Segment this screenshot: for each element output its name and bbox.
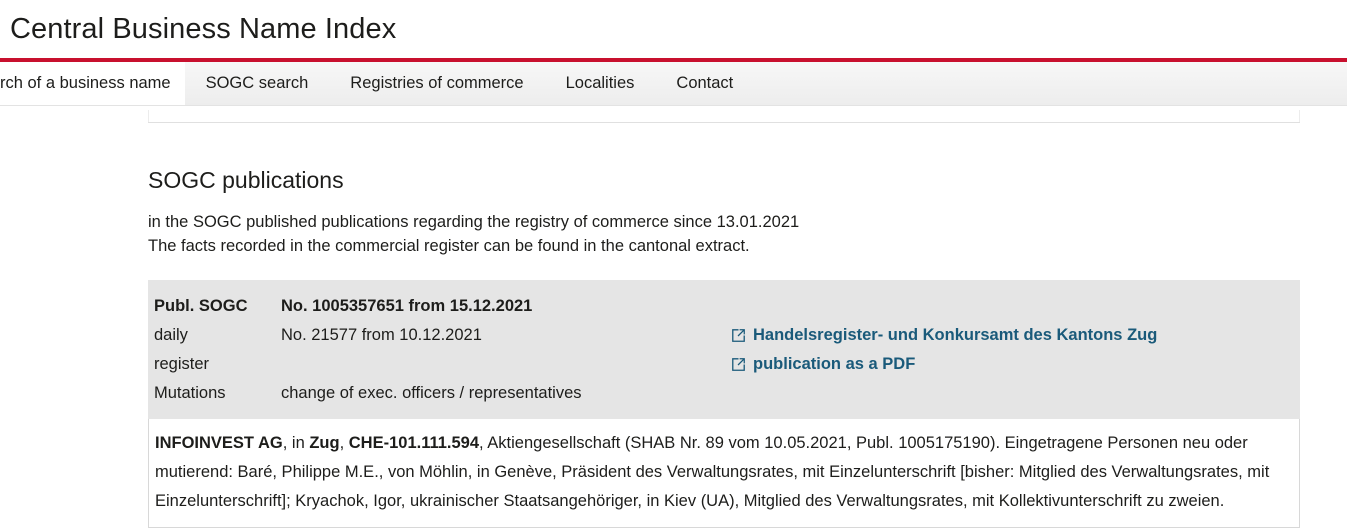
intro-line-2: The facts recorded in the commercial reg…	[148, 237, 750, 256]
site-header: Central Business Name Index	[0, 0, 1347, 58]
main-navigation: rch of a business name SOGC search Regis…	[0, 62, 1347, 106]
tab-search-business-name[interactable]: rch of a business name	[0, 62, 185, 105]
tab-sogc-search[interactable]: SOGC search	[185, 62, 330, 105]
publication-meta: Publ. SOGC No. 1005357651 from 15.12.202…	[148, 280, 1300, 420]
publication-label-daily: daily	[154, 326, 188, 345]
publication-links: Handelsregister- und Konkursamt des Kant…	[731, 292, 1300, 408]
main-content: SOGC publications in the SOGC published …	[0, 106, 1347, 529]
search-panel-bottom-border	[148, 122, 1300, 123]
page-title: Central Business Name Index	[10, 12, 397, 45]
publication-label-mutations: Mutations	[154, 384, 226, 403]
publication-city: Zug	[309, 434, 340, 453]
link-publication-pdf[interactable]: publication as a PDF	[731, 350, 1300, 379]
publication-uid: CHE-101.111.594	[348, 434, 480, 453]
intro-line-1: in the SOGC published publications regar…	[148, 213, 800, 232]
publication-value-register	[281, 350, 731, 379]
publication-card: Publ. SOGC No. 1005357651 from 15.12.202…	[148, 280, 1300, 529]
external-link-icon	[731, 328, 746, 343]
publication-value-mutations: change of exec. officers / representativ…	[281, 384, 582, 403]
tab-localities[interactable]: Localities	[545, 62, 656, 105]
publication-body: INFOINVEST AG, in Zug, CHE-101.111.594, …	[148, 419, 1300, 529]
publication-meta-grid: Publ. SOGC No. 1005357651 from 15.12.202…	[148, 292, 1300, 408]
publication-value-daily: No. 21577 from 10.12.2021	[281, 326, 482, 345]
link-handelsregister-zug[interactable]: Handelsregister- und Konkursamt des Kant…	[731, 321, 1300, 350]
publication-body-sep-1: , in	[282, 434, 310, 453]
publication-company-name: INFOINVEST AG	[155, 434, 283, 453]
publication-body-sep-2: ,	[339, 434, 349, 453]
tab-contact[interactable]: Contact	[655, 62, 754, 105]
publication-label-register: register	[154, 355, 210, 374]
publication-label-publ-sogc: Publ. SOGC	[154, 297, 248, 316]
link-label: Handelsregister- und Konkursamt des Kant…	[753, 326, 1158, 345]
external-link-icon	[731, 357, 746, 372]
tab-registries-of-commerce[interactable]: Registries of commerce	[329, 62, 544, 105]
link-label: publication as a PDF	[753, 355, 916, 374]
intro-text: in the SOGC published publications regar…	[148, 210, 1347, 258]
publication-value-publ-sogc: No. 1005357651 from 15.12.2021	[281, 297, 533, 316]
